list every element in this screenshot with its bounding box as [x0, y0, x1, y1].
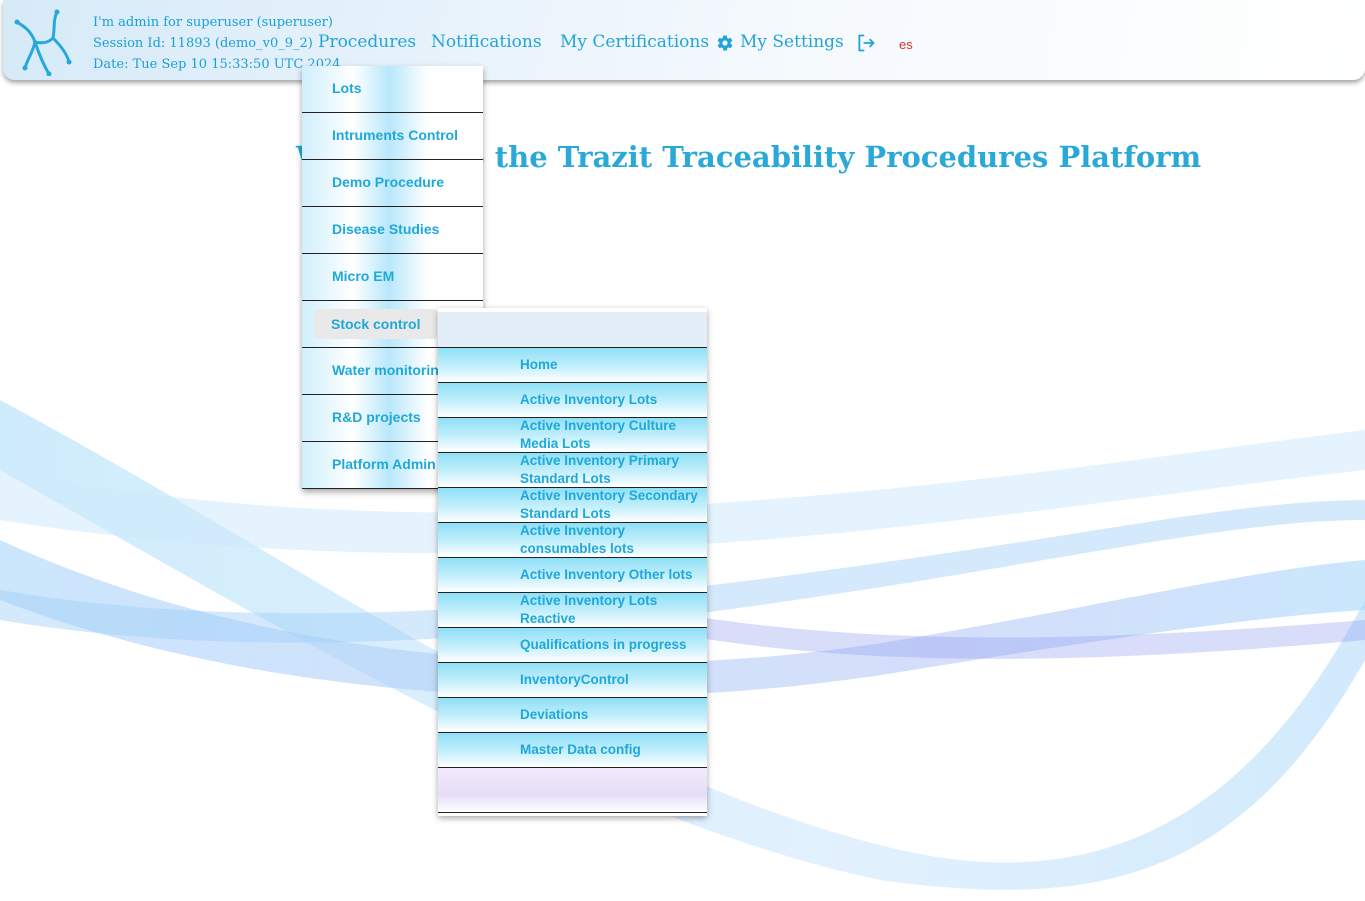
procedures-menu-item-label: Stock control: [314, 309, 438, 339]
session-id: Session Id: 11893 (demo_v0_9_2): [93, 36, 313, 51]
procedures-menu-item[interactable]: Lots: [302, 66, 483, 113]
procedures-menu-item[interactable]: Intruments Control: [302, 113, 483, 160]
stock-submenu-item[interactable]: Active Inventory Lots: [438, 383, 707, 418]
stock-submenu-item[interactable]: Active Inventory Secondary Standard Lots: [438, 488, 707, 523]
stock-submenu-item[interactable]: Deviations: [438, 698, 707, 733]
stock-submenu-item[interactable]: Active Inventory Lots Reactive: [438, 593, 707, 628]
procedures-menu-item-label: Water monitoring: [332, 362, 448, 378]
top-header: I'm admin for superuser (superuser) Sess…: [3, 0, 1365, 80]
stock-submenu-item[interactable]: Active Inventory consumables lots: [438, 523, 707, 558]
stock-submenu-item-label: Active Inventory consumables lots: [520, 523, 635, 556]
stock-submenu-item-label: Active Inventory Lots Reactive: [520, 593, 658, 626]
stock-submenu-item[interactable]: Active Inventory Culture Media Lots: [438, 418, 707, 453]
stock-submenu-item[interactable]: Home: [438, 348, 707, 383]
procedures-menu-item-label: Micro EM: [332, 268, 395, 284]
stock-submenu-item[interactable]: InventoryControl: [438, 663, 707, 698]
stock-submenu-item-label: Active Inventory Secondary Standard Lots: [520, 488, 698, 521]
procedures-menu-item-label: Disease Studies: [332, 221, 440, 237]
stock-control-submenu: Home Active Inventory Lots Active Inventor…: [438, 308, 707, 816]
stock-submenu-item-label: Qualifications in progress: [520, 637, 687, 652]
stock-submenu-item[interactable]: Qualifications in progress: [438, 628, 707, 663]
procedures-menu-item[interactable]: Demo Procedure: [302, 160, 483, 207]
nav-my-certifications[interactable]: My Certifications: [560, 32, 709, 52]
stock-submenu-item-label: Deviations: [520, 707, 589, 722]
stock-submenu-item-label: Active Inventory Lots: [520, 392, 658, 407]
procedures-menu-item-label: R&D projects: [332, 409, 421, 425]
procedures-menu-item[interactable]: Micro EM: [302, 254, 483, 301]
language-toggle[interactable]: es: [899, 37, 913, 52]
stock-submenu-item-label: Active Inventory Other lots: [520, 567, 693, 582]
gear-icon[interactable]: [716, 34, 734, 52]
nav-procedures[interactable]: Procedures: [318, 32, 416, 52]
submenu-header: [438, 312, 707, 348]
procedures-menu-item-label: Lots: [332, 80, 362, 96]
stock-submenu-item-label: InventoryControl: [520, 672, 629, 687]
stock-submenu-item-label: Active Inventory Primary Standard Lots: [520, 453, 680, 486]
submenu-footer: [438, 768, 707, 813]
logout-icon[interactable]: [856, 33, 876, 53]
procedures-menu-item[interactable]: Disease Studies: [302, 207, 483, 254]
stock-submenu-item[interactable]: Active Inventory Primary Standard Lots: [438, 453, 707, 488]
procedures-menu-item-label: Intruments Control: [332, 127, 458, 143]
trazit-logo[interactable]: [13, 8, 75, 76]
stock-submenu-item[interactable]: Active Inventory Other lots: [438, 558, 707, 593]
stock-submenu-item[interactable]: Master Data config: [438, 733, 707, 768]
stock-submenu-item-label: Home: [520, 357, 558, 372]
user-info: I'm admin for superuser (superuser): [93, 15, 333, 30]
procedures-menu-item-label: Platform Admin: [332, 456, 436, 472]
stock-submenu-item-label: Master Data config: [520, 742, 641, 757]
nav-notifications[interactable]: Notifications: [431, 32, 542, 52]
nav-my-settings[interactable]: My Settings: [740, 32, 844, 52]
stock-submenu-item-label: Active Inventory Culture Media Lots: [520, 418, 677, 451]
procedures-menu-item-label: Demo Procedure: [332, 174, 445, 190]
